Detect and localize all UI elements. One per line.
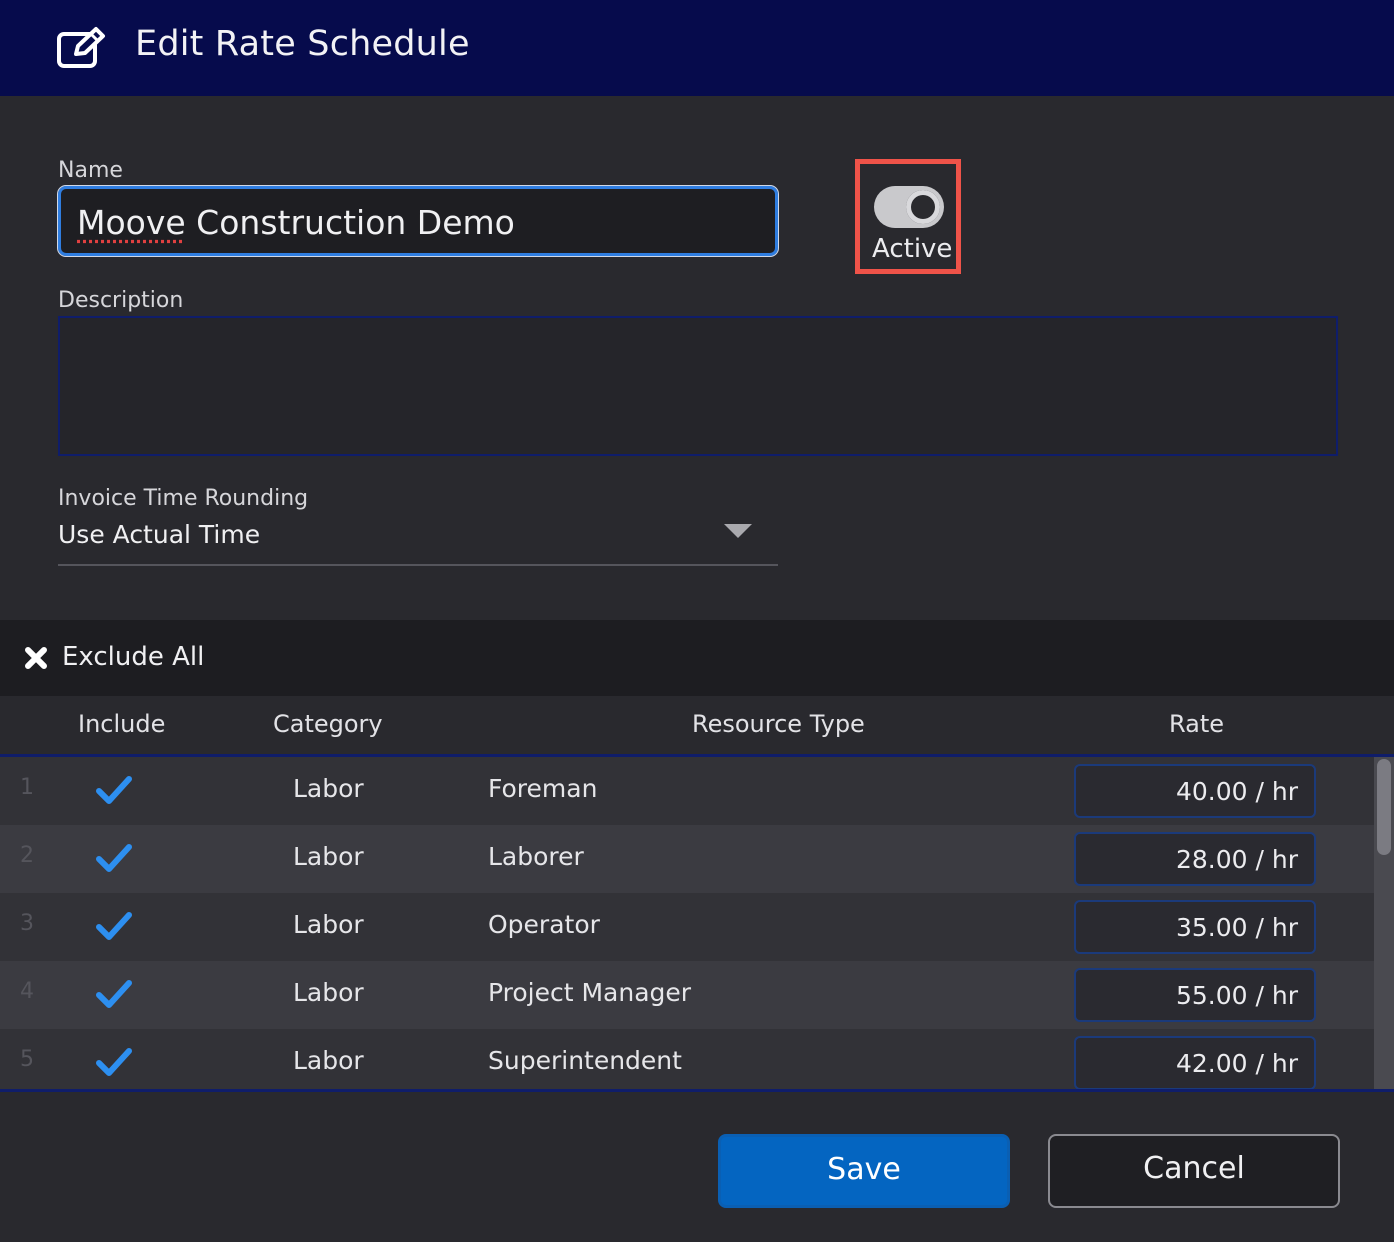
checkmark-icon[interactable] (96, 843, 132, 875)
table-row[interactable]: 5 Labor Superintendent 42.00 / hr (0, 1029, 1374, 1089)
category-cell: Labor (293, 910, 364, 939)
toggle-knob (906, 190, 940, 224)
rate-value: 40.00 / hr (1175, 777, 1298, 806)
category-cell: Labor (293, 842, 364, 871)
dialog-header: Edit Rate Schedule (0, 0, 1394, 96)
row-index: 3 (20, 911, 34, 936)
rate-value: 28.00 / hr (1175, 845, 1298, 874)
dialog-title: Edit Rate Schedule (135, 24, 470, 64)
active-toggle-highlight: Active (855, 159, 961, 274)
rate-value: 42.00 / hr (1175, 1049, 1298, 1078)
cancel-button[interactable]: Cancel (1048, 1134, 1340, 1208)
table-row[interactable]: 3 Labor Operator 35.00 / hr (0, 893, 1374, 961)
checkmark-icon[interactable] (96, 1047, 132, 1079)
rate-input[interactable]: 42.00 / hr (1074, 1036, 1316, 1089)
resource-type-cell: Operator (488, 910, 600, 939)
row-index: 5 (20, 1047, 34, 1072)
close-icon (25, 647, 47, 669)
table-row[interactable]: 4 Labor Project Manager 55.00 / hr (0, 961, 1374, 1029)
save-button[interactable]: Save (718, 1134, 1010, 1208)
exclude-all-button[interactable]: Exclude All (18, 630, 208, 686)
table-header: Include Category Resource Type Rate (0, 696, 1394, 757)
rounding-select-value: Use Actual Time (58, 520, 261, 549)
resource-type-cell: Superintendent (488, 1046, 682, 1075)
name-input[interactable]: Moove Construction Demo (57, 185, 779, 257)
name-label: Name (58, 158, 123, 183)
rounding-label: Invoice Time Rounding (58, 486, 309, 511)
row-index: 2 (20, 843, 34, 868)
table-row[interactable]: 2 Labor Laborer 28.00 / hr (0, 825, 1374, 893)
rate-input[interactable]: 35.00 / hr (1074, 900, 1316, 954)
column-header-resource-type[interactable]: Resource Type (692, 710, 865, 738)
exclude-all-label: Exclude All (62, 642, 205, 672)
rate-value: 35.00 / hr (1175, 913, 1298, 942)
rate-input[interactable]: 55.00 / hr (1074, 968, 1316, 1022)
description-textarea[interactable] (58, 316, 1338, 456)
checkmark-icon[interactable] (96, 911, 132, 943)
name-input-value: Moove Construction Demo (77, 203, 515, 242)
resource-type-cell: Foreman (488, 774, 598, 803)
row-index: 4 (20, 979, 34, 1004)
edit-icon (57, 27, 105, 68)
dropdown-arrow-icon (724, 524, 752, 538)
active-label: Active (872, 234, 953, 264)
rate-value: 55.00 / hr (1175, 981, 1298, 1010)
category-cell: Labor (293, 774, 364, 803)
description-label: Description (58, 288, 184, 313)
column-header-include[interactable]: Include (78, 710, 165, 738)
scrollbar-thumb[interactable] (1377, 759, 1391, 855)
checkmark-icon[interactable] (96, 775, 132, 807)
table-body: 1 Labor Foreman 40.00 / hr 2 Labor Laborer 28.0… (0, 757, 1374, 1089)
column-header-category[interactable]: Category (273, 710, 383, 738)
table-toolbar: Exclude All (0, 620, 1394, 696)
row-index: 1 (20, 775, 34, 800)
category-cell: Labor (293, 978, 364, 1007)
rate-input[interactable]: 40.00 / hr (1074, 764, 1316, 818)
category-cell: Labor (293, 1046, 364, 1075)
resource-type-cell: Project Manager (488, 978, 692, 1007)
rate-input[interactable]: 28.00 / hr (1074, 832, 1316, 886)
active-toggle[interactable] (874, 186, 944, 228)
table-row[interactable]: 1 Labor Foreman 40.00 / hr (0, 757, 1374, 825)
rounding-select[interactable]: Use Actual Time (58, 518, 778, 566)
scrollbar[interactable] (1374, 757, 1394, 1089)
resource-type-cell: Laborer (488, 842, 584, 871)
column-header-rate[interactable]: Rate (1169, 710, 1224, 738)
checkmark-icon[interactable] (96, 979, 132, 1011)
